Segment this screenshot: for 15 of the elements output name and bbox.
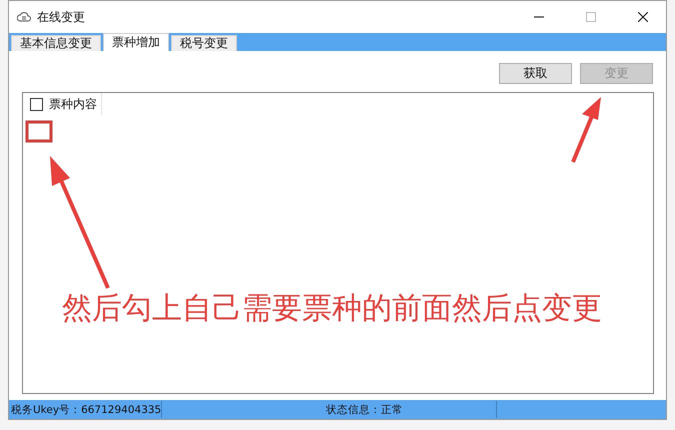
status-text: 状态信息：正常 xyxy=(324,401,498,418)
cloud-icon xyxy=(17,11,31,23)
tab[interactable]: 票种增加 xyxy=(103,33,169,51)
column-title: 票种内容 xyxy=(49,96,97,112)
action-button[interactable]: 获取 xyxy=(499,63,572,84)
arrow xyxy=(571,97,601,163)
annotation-text: 然后勾上自己需要票种的前面然后点变更 xyxy=(62,290,602,328)
maximize-icon xyxy=(586,12,596,22)
close-icon xyxy=(638,12,648,22)
tab[interactable]: 基本信息变更 xyxy=(11,35,101,51)
status-text: 税务Ukey号：667129404335 xyxy=(9,401,162,418)
window-title: 在线变更 xyxy=(37,8,86,26)
highlight-rectangle xyxy=(26,120,52,142)
tab[interactable]: 税号变更 xyxy=(171,35,237,51)
select-all-checkbox[interactable] xyxy=(30,98,43,110)
